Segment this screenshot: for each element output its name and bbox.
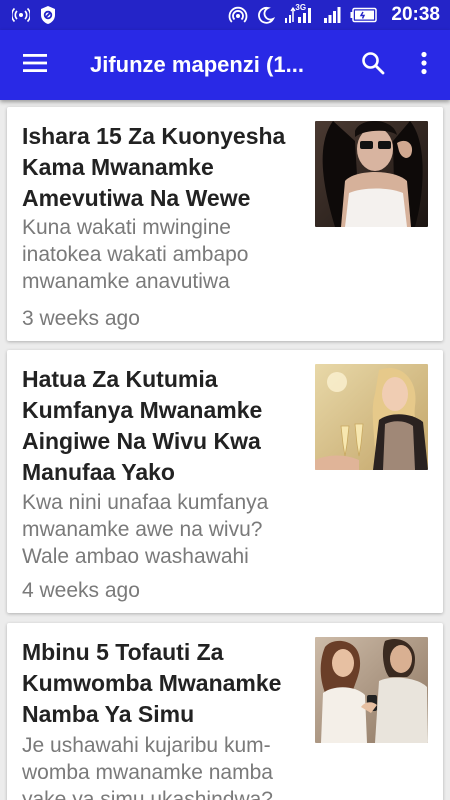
hotspot-icon bbox=[12, 5, 30, 25]
status-bar: 3G 20:38 bbox=[0, 0, 450, 30]
article-card[interactable]: Hatua Za Kutumia Kumfanya Mwanamke Aingi… bbox=[7, 350, 443, 613]
status-left-icons bbox=[12, 5, 57, 25]
article-card[interactable]: Ishara 15 Za Kuonyesha Kama Mwanamke Ame… bbox=[7, 107, 443, 341]
menu-icon bbox=[23, 53, 47, 77]
article-excerpt: Je ushawahi kujaribu kum-womba mwanamke … bbox=[22, 734, 273, 800]
status-time: 20:38 bbox=[391, 4, 440, 25]
article-thumbnail[interactable] bbox=[315, 637, 428, 743]
overflow-menu-button[interactable] bbox=[398, 30, 450, 100]
signal-icon: 3G bbox=[284, 3, 314, 25]
menu-button[interactable] bbox=[0, 30, 70, 100]
app-title: Jifunze mapenzi (1... bbox=[90, 52, 304, 77]
signal-icon bbox=[323, 5, 341, 25]
article-excerpt: Kwa nini unafaa kumfanya mwanamke awe na… bbox=[22, 491, 269, 568]
search-icon bbox=[361, 51, 385, 80]
app-bar: Jifunze mapenzi (1... bbox=[0, 30, 450, 100]
status-right-icons: 3G 20:38 bbox=[228, 3, 440, 26]
article-title[interactable]: Hatua Za Kutumia Kumfanya Mwanamke Aingi… bbox=[22, 364, 307, 488]
article-time: 4 weeks ago bbox=[22, 579, 140, 602]
article-feed[interactable]: Ishara 15 Za Kuonyesha Kama Mwanamke Ame… bbox=[0, 100, 450, 800]
article-title[interactable]: Ishara 15 Za Kuonyesha Kama Mwanamke Ame… bbox=[22, 121, 307, 214]
hotspot-icon bbox=[228, 5, 248, 25]
article-thumbnail[interactable] bbox=[315, 121, 428, 227]
moon-icon bbox=[257, 5, 276, 25]
more-vert-icon bbox=[420, 51, 428, 80]
battery-icon bbox=[350, 5, 378, 25]
article-card[interactable]: Mbinu 5 Tofauti Za Kumwomba Mwanamke Nam… bbox=[7, 623, 443, 800]
article-title[interactable]: Mbinu 5 Tofauti Za Kumwomba Mwanamke Nam… bbox=[22, 637, 307, 730]
article-thumbnail[interactable] bbox=[315, 364, 428, 470]
shield-app-icon bbox=[39, 5, 57, 25]
network-badge: 3G bbox=[295, 3, 307, 12]
article-excerpt: Kuna wakati mwingine inatokea wakati amb… bbox=[22, 216, 249, 293]
article-time: 3 weeks ago bbox=[22, 307, 140, 330]
search-button[interactable] bbox=[348, 30, 398, 100]
